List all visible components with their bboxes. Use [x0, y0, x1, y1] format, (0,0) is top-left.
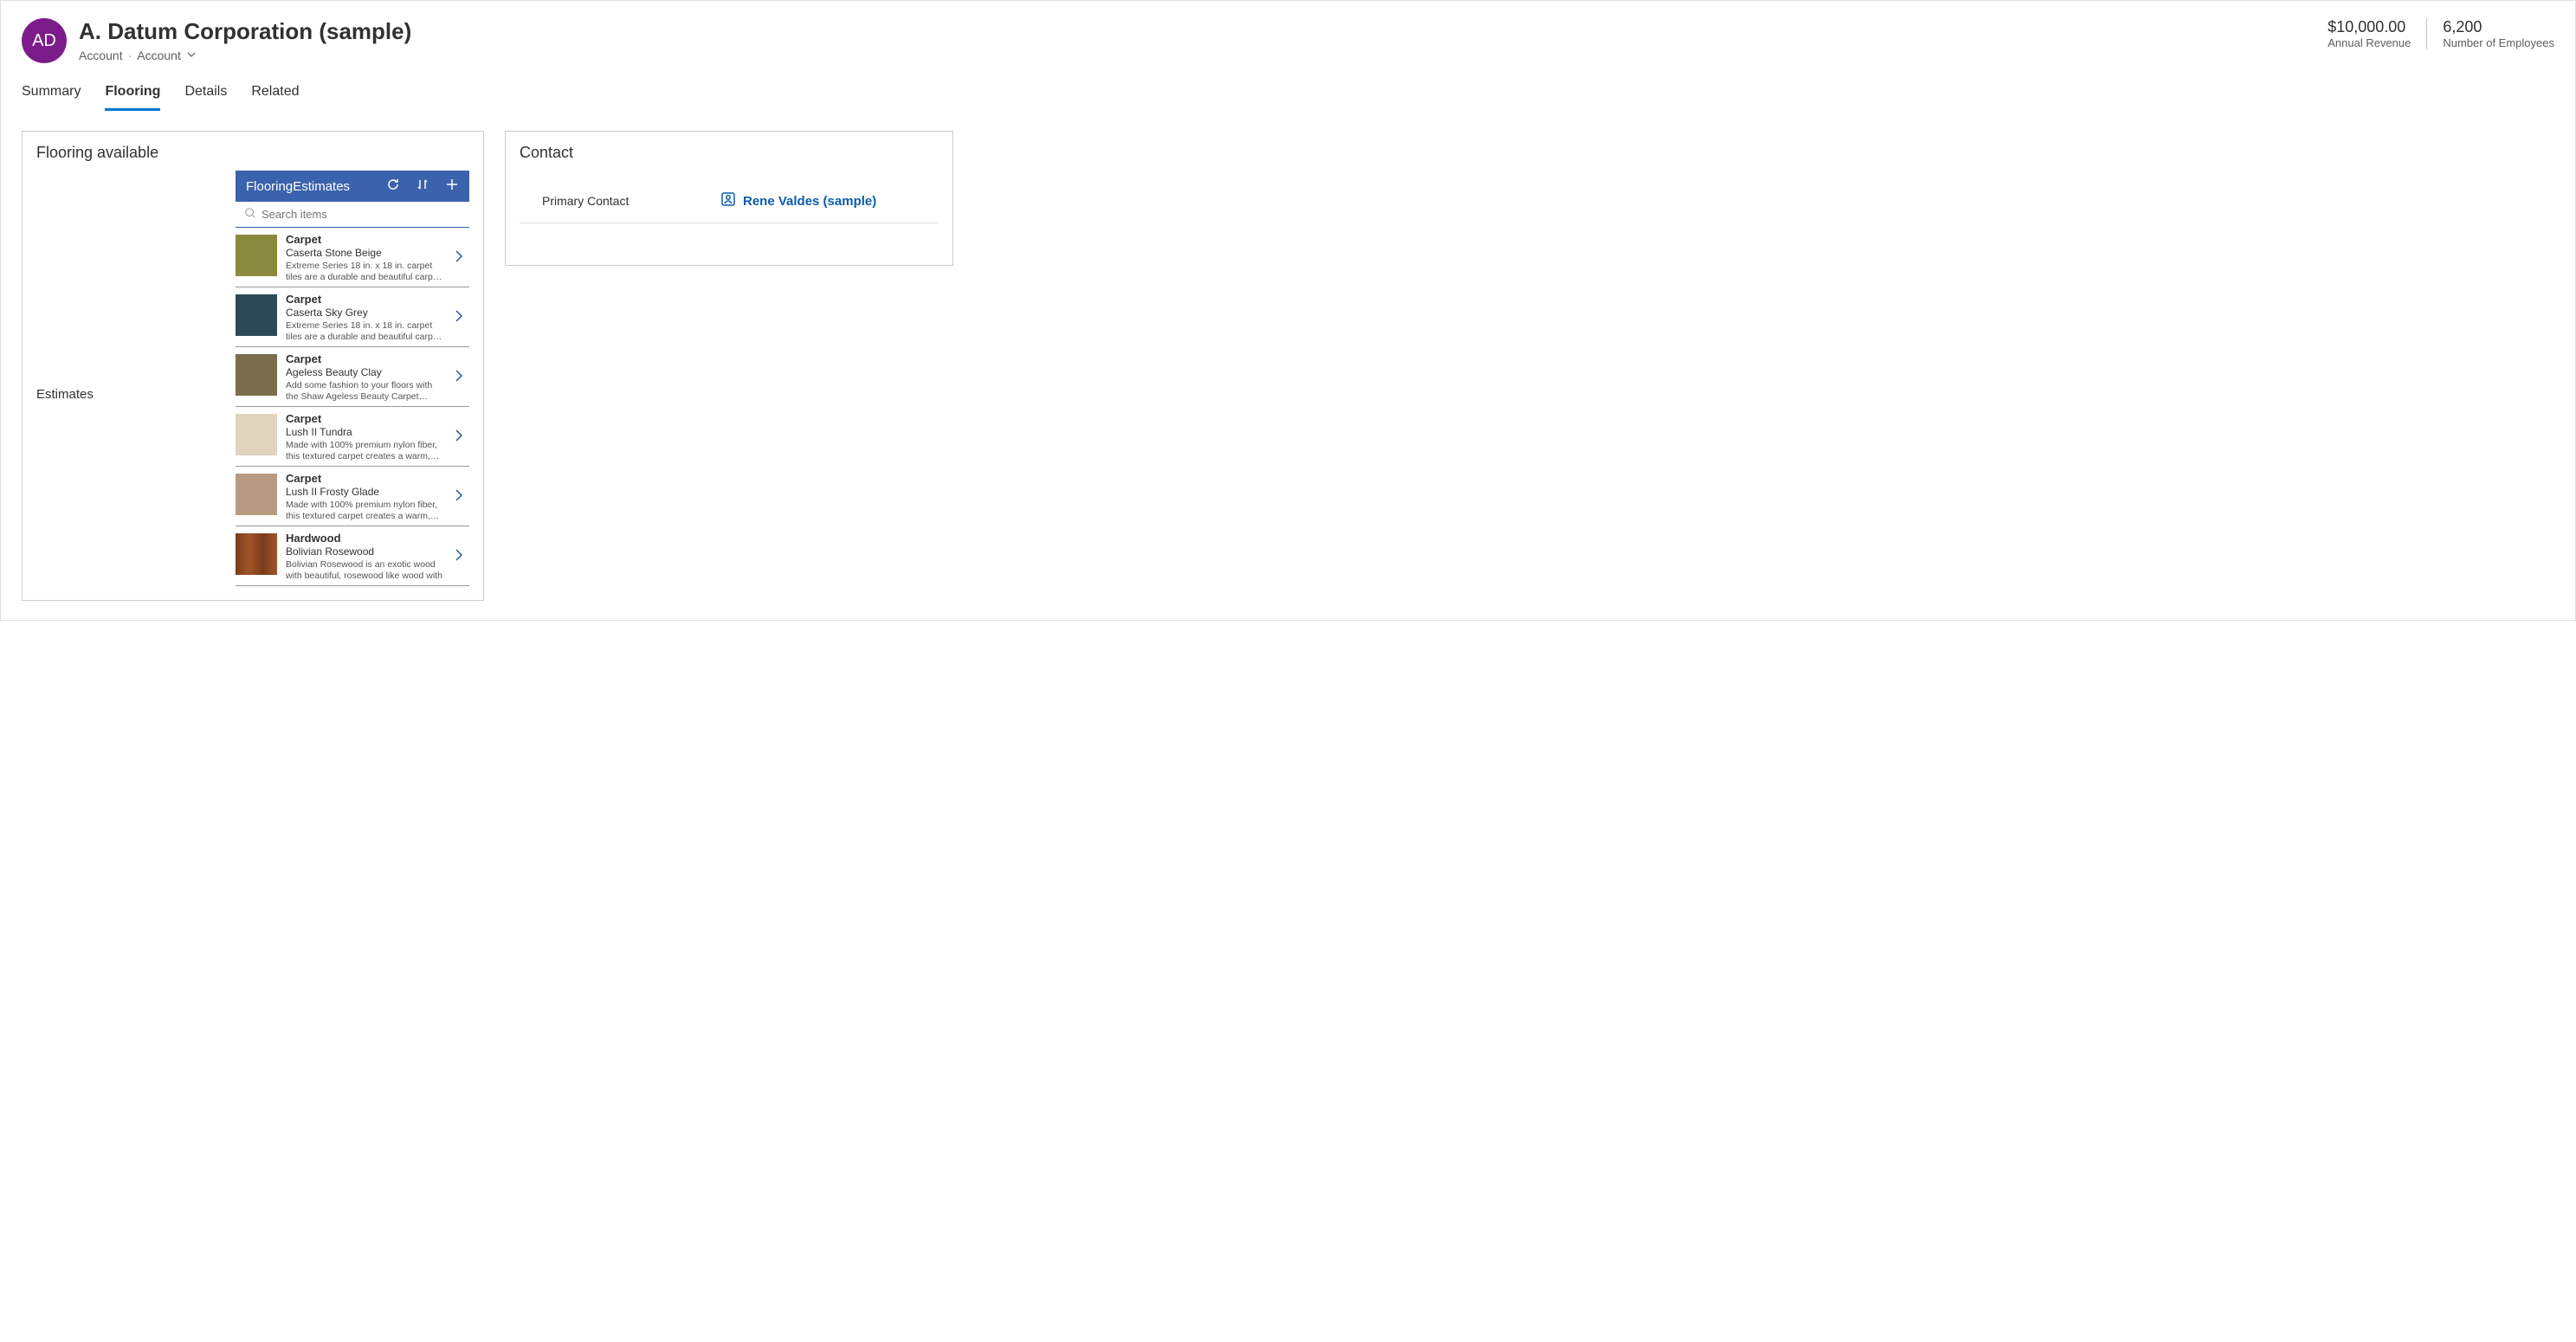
item-name: Bolivian Rosewood: [286, 545, 445, 558]
metric-label: Annual Revenue: [2327, 36, 2411, 49]
swatch-icon: [236, 294, 277, 336]
list-item[interactable]: Carpet Ageless Beauty Clay Add some fash…: [236, 347, 469, 407]
item-name: Ageless Beauty Clay: [286, 366, 445, 378]
title-block: A. Datum Corporation (sample) Account · …: [79, 18, 411, 62]
breadcrumb-separator: ·: [128, 48, 132, 62]
item-desc: Bolivian Rosewood is an exotic wood with…: [286, 559, 445, 580]
item-category: Hardwood: [286, 532, 445, 545]
item-category: Carpet: [286, 352, 445, 365]
list-item[interactable]: Hardwood Bolivian Rosewood Bolivian Rose…: [236, 526, 469, 585]
contact-panel: Contact Primary Contact Rene Valdes (sam…: [505, 131, 953, 266]
item-category: Carpet: [286, 233, 445, 246]
item-desc: Made with 100% premium nylon fiber, this…: [286, 440, 445, 461]
add-icon[interactable]: [445, 177, 459, 195]
flooring-body: Estimates FlooringEstimates: [23, 171, 483, 600]
search-row: [236, 202, 469, 228]
item-desc: Extreme Series 18 in. x 18 in. carpet ti…: [286, 320, 445, 341]
estimates-app-header: FlooringEstimates: [236, 171, 469, 202]
contact-field-row: Primary Contact Rene Valdes (sample): [520, 181, 939, 223]
chevron-right-icon[interactable]: [454, 309, 469, 326]
item-text: Carpet Lush II Tundra Made with 100% pre…: [286, 412, 445, 461]
item-name: Caserta Stone Beige: [286, 247, 445, 259]
list-item[interactable]: Carpet Caserta Sky Grey Extreme Series 1…: [236, 287, 469, 347]
account-title: A. Datum Corporation (sample): [79, 18, 411, 45]
estimates-label: Estimates: [36, 171, 236, 586]
list-item[interactable]: Carpet Caserta Stone Beige Extreme Serie…: [236, 228, 469, 287]
search-input[interactable]: [261, 208, 461, 221]
item-category: Carpet: [286, 293, 445, 306]
item-text: Carpet Ageless Beauty Clay Add some fash…: [286, 352, 445, 401]
tab-details[interactable]: Details: [184, 79, 227, 111]
item-desc: Extreme Series 18 in. x 18 in. carpet ti…: [286, 261, 445, 281]
flooring-panel: Flooring available Estimates FlooringEst…: [22, 131, 484, 601]
chevron-right-icon[interactable]: [454, 488, 469, 505]
chevron-right-icon[interactable]: [454, 369, 469, 385]
metric-number-employees: 6,200 Number of Employees: [2426, 18, 2554, 49]
swatch-icon: [236, 235, 277, 276]
item-category: Carpet: [286, 472, 445, 485]
avatar: AD: [22, 18, 67, 63]
breadcrumb: Account · Account: [79, 48, 411, 62]
item-desc: Add some fashion to your floors with the…: [286, 380, 445, 401]
chevron-right-icon[interactable]: [454, 249, 469, 266]
panel-title: Contact: [506, 132, 952, 171]
metric-value: 6,200: [2443, 18, 2554, 36]
search-icon: [244, 207, 256, 222]
header-metrics: $10,000.00 Annual Revenue 6,200 Number o…: [2312, 18, 2554, 49]
estimates-app-title: FlooringEstimates: [246, 179, 350, 194]
item-text: Hardwood Bolivian Rosewood Bolivian Rose…: [286, 532, 445, 580]
tab-related[interactable]: Related: [251, 79, 299, 111]
metric-annual-revenue: $10,000.00 Annual Revenue: [2312, 18, 2411, 49]
metric-label: Number of Employees: [2443, 36, 2554, 49]
list-item[interactable]: Carpet Lush II Frosty Glade Made with 10…: [236, 467, 469, 526]
item-name: Caserta Sky Grey: [286, 306, 445, 319]
item-text: Carpet Lush II Frosty Glade Made with 10…: [286, 472, 445, 520]
refresh-icon[interactable]: [386, 177, 400, 195]
panel-title: Flooring available: [23, 132, 483, 171]
sort-icon[interactable]: [416, 177, 429, 195]
list-item[interactable]: Carpet Lush II Tundra Made with 100% pre…: [236, 407, 469, 467]
contact-body: Primary Contact Rene Valdes (sample): [506, 171, 952, 237]
contact-name: Rene Valdes (sample): [743, 194, 876, 209]
estimates-app: FlooringEstimates Carpet: [236, 171, 469, 586]
item-name: Lush II Frosty Glade: [286, 486, 445, 498]
person-icon: [720, 191, 736, 210]
tab-summary[interactable]: Summary: [22, 79, 81, 111]
contact-lookup-value[interactable]: Rene Valdes (sample): [720, 191, 876, 210]
tab-bar: Summary Flooring Details Related: [1, 72, 2575, 112]
estimates-app-actions: [386, 177, 459, 195]
swatch-icon: [236, 414, 277, 455]
swatch-icon: [236, 354, 277, 396]
item-text: Carpet Caserta Stone Beige Extreme Serie…: [286, 233, 445, 281]
breadcrumb-form[interactable]: Account: [137, 48, 181, 62]
item-desc: Made with 100% premium nylon fiber, this…: [286, 500, 445, 520]
estimates-list: Carpet Caserta Stone Beige Extreme Serie…: [236, 228, 469, 586]
item-text: Carpet Caserta Sky Grey Extreme Series 1…: [286, 293, 445, 341]
item-name: Lush II Tundra: [286, 426, 445, 438]
header-left: AD A. Datum Corporation (sample) Account…: [22, 18, 411, 63]
swatch-icon: [236, 533, 277, 575]
chevron-right-icon[interactable]: [454, 548, 469, 565]
swatch-icon: [236, 474, 277, 515]
contact-field-label: Primary Contact: [542, 194, 707, 208]
content-area: Flooring available Estimates FlooringEst…: [1, 112, 2575, 620]
tab-flooring[interactable]: Flooring: [105, 79, 160, 111]
chevron-right-icon[interactable]: [454, 429, 469, 445]
breadcrumb-entity: Account: [79, 48, 123, 62]
record-header: AD A. Datum Corporation (sample) Account…: [1, 1, 2575, 72]
chevron-down-icon[interactable]: [186, 48, 197, 62]
metric-value: $10,000.00: [2327, 18, 2411, 36]
item-category: Carpet: [286, 412, 445, 425]
